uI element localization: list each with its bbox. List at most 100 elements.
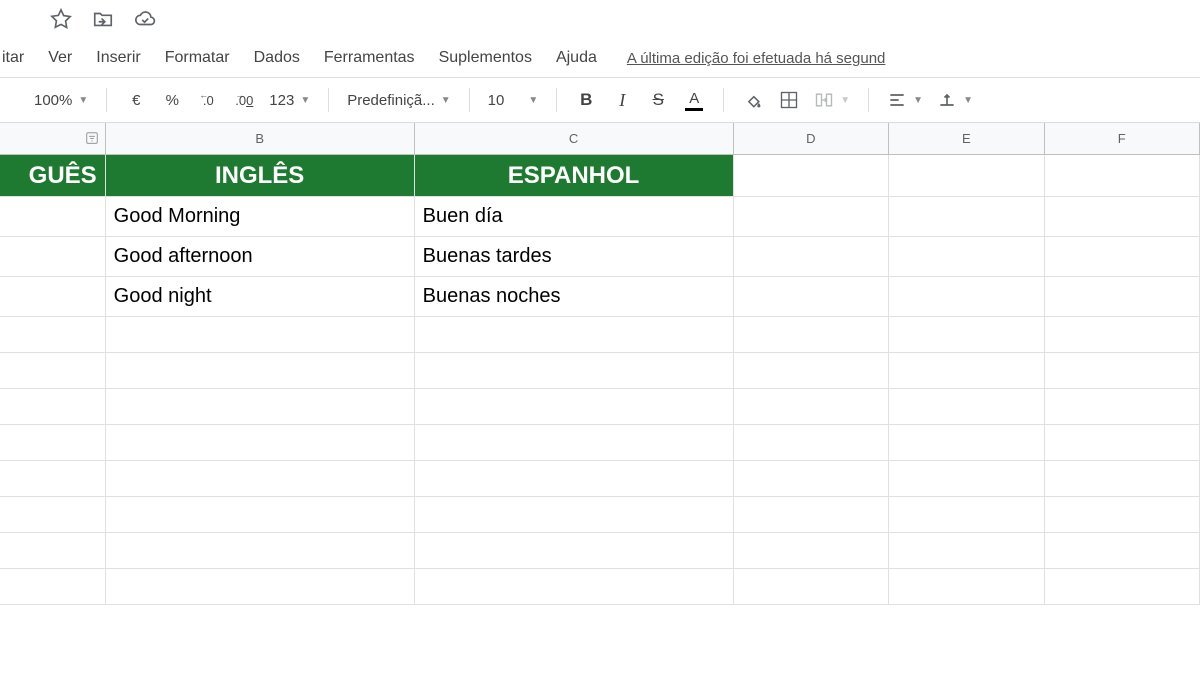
cell[interactable] (0, 533, 106, 568)
filter-icon[interactable] (85, 131, 99, 148)
cell[interactable] (0, 497, 106, 532)
percent-button[interactable]: % (161, 92, 183, 109)
cell[interactable] (106, 425, 415, 460)
cell-c2[interactable]: Buen día (415, 197, 734, 236)
merge-cells-button[interactable]: ▼ (814, 90, 850, 110)
cell[interactable] (106, 569, 415, 604)
cell[interactable] (106, 317, 415, 352)
menu-ferramentas[interactable]: Ferramentas (324, 49, 415, 67)
decrease-decimal-button[interactable]: .0← (197, 93, 219, 108)
cell[interactable] (889, 569, 1045, 604)
cell[interactable] (889, 497, 1045, 532)
cell[interactable] (889, 317, 1045, 352)
cell[interactable] (106, 461, 415, 496)
cloud-saved-icon[interactable] (134, 8, 156, 35)
menu-formatar[interactable]: Formatar (165, 49, 230, 67)
fill-color-button[interactable] (742, 90, 764, 110)
cell[interactable] (415, 317, 734, 352)
cell-c4[interactable]: Buenas noches (415, 277, 734, 316)
cell[interactable] (1045, 425, 1200, 460)
cell[interactable] (0, 317, 106, 352)
column-header-e[interactable]: E (889, 123, 1044, 154)
cell[interactable] (1045, 461, 1200, 496)
cell[interactable] (889, 425, 1045, 460)
cell-e1[interactable] (889, 155, 1045, 196)
increase-decimal-button[interactable]: .00→ (233, 93, 255, 108)
cell[interactable] (415, 569, 734, 604)
column-header-f[interactable]: F (1045, 123, 1200, 154)
star-icon[interactable] (50, 8, 72, 35)
move-to-folder-icon[interactable] (92, 8, 114, 35)
cell[interactable] (0, 425, 106, 460)
cell[interactable] (0, 569, 106, 604)
cell-d4[interactable] (734, 277, 890, 316)
cell[interactable] (734, 317, 890, 352)
cell-b1[interactable]: INGLÊS (106, 155, 415, 196)
zoom-dropdown[interactable]: 100% ▼ (34, 92, 88, 109)
cell[interactable] (0, 461, 106, 496)
cell-a1[interactable]: GUÊS (0, 155, 106, 196)
cell[interactable] (889, 353, 1045, 388)
horizontal-align-button[interactable]: ▼ (887, 90, 923, 110)
cell-f3[interactable] (1045, 237, 1200, 276)
cell-e2[interactable] (889, 197, 1045, 236)
cell-b3[interactable]: Good afternoon (106, 237, 415, 276)
cell[interactable] (889, 389, 1045, 424)
cell[interactable] (106, 497, 415, 532)
cell[interactable] (1045, 497, 1200, 532)
cell[interactable] (415, 353, 734, 388)
number-format-dropdown[interactable]: 123 ▼ (269, 92, 310, 109)
cell[interactable] (1045, 533, 1200, 568)
cell[interactable] (734, 497, 890, 532)
cell-b2[interactable]: Good Morning (106, 197, 415, 236)
column-header-a[interactable] (0, 123, 106, 154)
cell[interactable] (734, 569, 890, 604)
cell[interactable] (0, 353, 106, 388)
cell[interactable] (734, 533, 890, 568)
cell[interactable] (734, 461, 890, 496)
cell[interactable] (734, 425, 890, 460)
cell-d1[interactable] (734, 155, 890, 196)
cell[interactable] (1045, 353, 1200, 388)
cell-e3[interactable] (889, 237, 1045, 276)
cell-e4[interactable] (889, 277, 1045, 316)
cell-f1[interactable] (1045, 155, 1200, 196)
cell[interactable] (106, 389, 415, 424)
menu-ajuda[interactable]: Ajuda (556, 49, 597, 67)
cell-a3[interactable] (0, 237, 106, 276)
vertical-align-button[interactable]: ▼ (937, 90, 973, 110)
column-header-d[interactable]: D (734, 123, 889, 154)
cell-a2[interactable] (0, 197, 106, 236)
cell[interactable] (889, 533, 1045, 568)
cell-d3[interactable] (734, 237, 890, 276)
cell[interactable] (106, 533, 415, 568)
edit-status-link[interactable]: A última edição foi efetuada há segund (627, 50, 886, 67)
italic-button[interactable]: I (611, 90, 633, 111)
column-header-c[interactable]: C (415, 123, 734, 154)
cell-d2[interactable] (734, 197, 890, 236)
menu-inserir[interactable]: Inserir (96, 49, 140, 67)
cell-c3[interactable]: Buenas tardes (415, 237, 734, 276)
cell[interactable] (889, 461, 1045, 496)
cell[interactable] (415, 389, 734, 424)
cell[interactable] (1045, 317, 1200, 352)
menu-suplementos[interactable]: Suplementos (439, 49, 532, 67)
cell[interactable] (415, 533, 734, 568)
fontsize-dropdown[interactable]: 10 ▼ (488, 92, 539, 109)
cell[interactable] (0, 389, 106, 424)
cell[interactable] (734, 353, 890, 388)
currency-button[interactable]: € (125, 92, 147, 109)
column-header-b[interactable]: B (106, 123, 415, 154)
cell[interactable] (1045, 569, 1200, 604)
cell[interactable] (1045, 389, 1200, 424)
menu-dados[interactable]: Dados (254, 49, 300, 67)
borders-button[interactable] (778, 90, 800, 110)
cell-f2[interactable] (1045, 197, 1200, 236)
cell[interactable] (106, 353, 415, 388)
menu-editar[interactable]: itar (2, 49, 24, 67)
cell[interactable] (415, 461, 734, 496)
cell-c1[interactable]: ESPANHOL (415, 155, 734, 196)
bold-button[interactable]: B (575, 90, 597, 110)
cell[interactable] (415, 497, 734, 532)
font-dropdown[interactable]: Predefiniçã... ▼ (347, 92, 450, 109)
